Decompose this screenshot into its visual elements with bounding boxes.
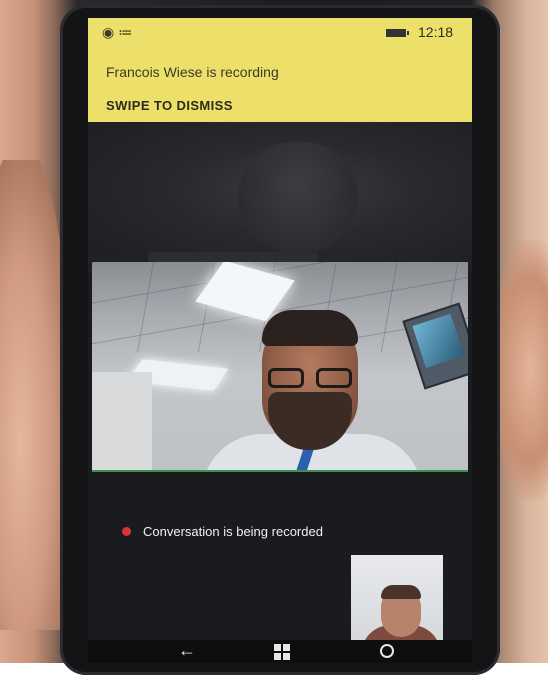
remote-video-feed[interactable] xyxy=(92,262,468,472)
navigation-bar: ← xyxy=(88,640,472,663)
office-wall xyxy=(92,372,152,470)
phone-screen: ◉≔ 12:18 Francois Wiese is recording SWI… xyxy=(88,18,472,663)
battery-icon xyxy=(386,29,409,37)
search-icon[interactable] xyxy=(380,644,394,658)
blurred-person xyxy=(238,142,358,252)
windows-start-icon[interactable] xyxy=(274,644,290,660)
recording-notification[interactable]: ◉≔ 12:18 Francois Wiese is recording SWI… xyxy=(88,18,472,122)
self-view-video[interactable] xyxy=(351,555,443,641)
app-wifi-icon: ◉≔ xyxy=(102,24,137,40)
swipe-to-dismiss[interactable]: SWIPE TO DISMISS xyxy=(106,98,233,113)
self-hair xyxy=(381,585,421,599)
blurred-background-video xyxy=(88,122,472,272)
notification-message: Francois Wiese is recording xyxy=(106,64,279,80)
participant-hair xyxy=(262,310,358,346)
remote-participant xyxy=(202,310,422,470)
recording-dot-icon xyxy=(122,527,131,536)
back-arrow-icon[interactable]: ← xyxy=(178,640,196,660)
status-bar: ◉≔ 12:18 xyxy=(88,18,472,44)
participant-glasses xyxy=(268,368,352,390)
recording-indicator: Conversation is being recorded xyxy=(122,524,323,539)
recording-status-text: Conversation is being recorded xyxy=(143,524,323,539)
status-time: 12:18 xyxy=(418,24,454,40)
